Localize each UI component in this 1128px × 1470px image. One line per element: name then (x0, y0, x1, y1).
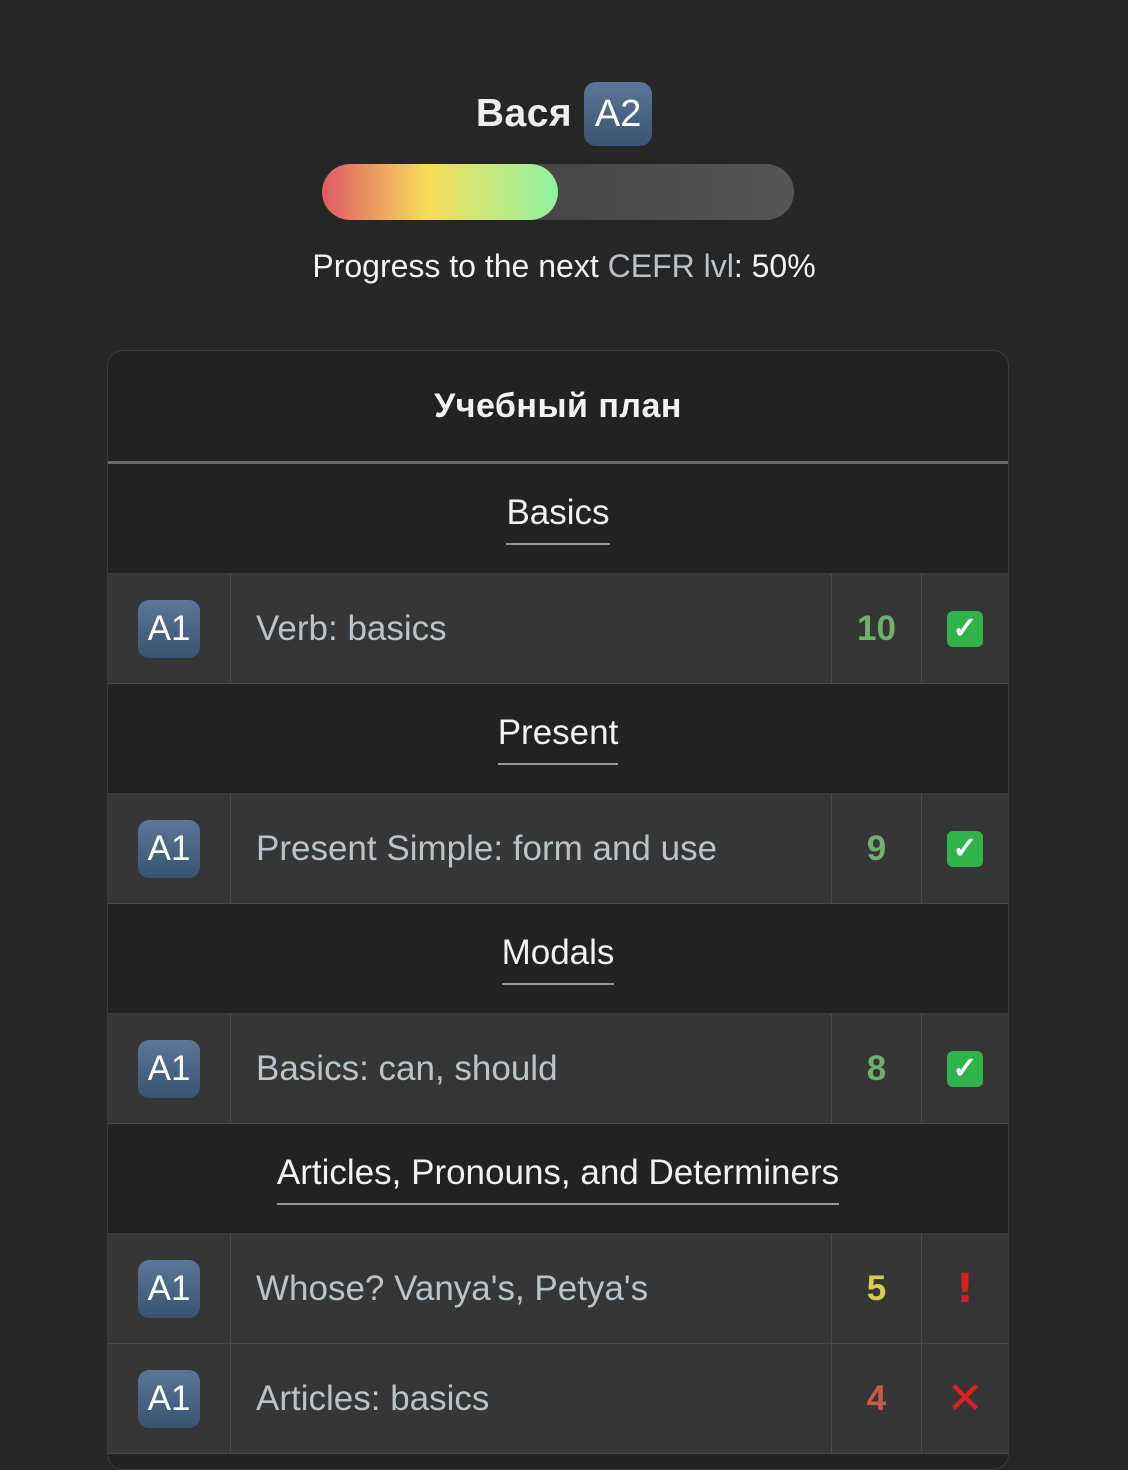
topic-level-cell: A1 (108, 1014, 231, 1123)
topic-title[interactable]: Articles: basics (231, 1344, 832, 1453)
progress-bar (322, 164, 794, 220)
topic-level-cell: A1 (108, 1344, 231, 1453)
topic-score: 5 (832, 1234, 922, 1343)
topic-level-badge: A1 (138, 1039, 200, 1098)
topic-score: 8 (832, 1014, 922, 1123)
progress-bar-fill (322, 164, 558, 220)
study-plan-title: Учебный план (108, 351, 1008, 464)
section-title[interactable]: Articles, Pronouns, and Determiners (276, 1153, 840, 1205)
section-title[interactable]: Present (497, 713, 619, 765)
topic-row[interactable]: A1 Verb: basics 10 ✓ (108, 574, 1008, 684)
section-header: Basics (108, 464, 1008, 574)
progress-label: Progress to the next CEFR lvl: 50% (0, 248, 1128, 285)
user-name: Вася (475, 92, 573, 135)
cefr-label: CEFR lvl (607, 248, 734, 284)
topic-level-cell: A1 (108, 574, 231, 683)
section-header: Articles, Pronouns, and Determiners (108, 1124, 1008, 1234)
exclamation-icon: ! (955, 1265, 975, 1312)
topic-status-cell: ✓ (922, 1014, 1008, 1123)
topic-score: 4 (832, 1344, 922, 1453)
topic-level-cell: A1 (108, 1234, 231, 1343)
topic-level-cell: A1 (108, 794, 231, 903)
topic-status-cell: ✕ (922, 1344, 1008, 1453)
check-mark-icon: ✓ (947, 1050, 983, 1087)
progress-label-prefix: Progress to the next (312, 248, 608, 284)
study-plan-body: Basics A1 Verb: basics 10 ✓ Present A1 Present … (108, 464, 1008, 1454)
user-level-badge: A2 (584, 82, 653, 146)
topic-level-badge: A1 (138, 1369, 200, 1428)
topic-level-badge: A1 (138, 599, 200, 658)
section-header: Present (108, 684, 1008, 794)
section-title[interactable]: Modals (501, 933, 615, 985)
check-mark-icon: ✓ (947, 610, 983, 647)
user-row: Вася A2 (0, 82, 1128, 146)
progress-label-value: : 50% (733, 248, 816, 284)
topic-row[interactable]: A1 Basics: can, should 8 ✓ (108, 1014, 1008, 1124)
topic-title[interactable]: Basics: can, should (231, 1014, 832, 1123)
topic-title[interactable]: Present Simple: form and use (231, 794, 832, 903)
section-header: Modals (108, 904, 1008, 1014)
topic-title[interactable]: Whose? Vanya's, Petya's (231, 1234, 832, 1343)
cross-mark-icon: ✕ (946, 1373, 984, 1424)
topic-status-cell: ! (922, 1234, 1008, 1343)
topic-row[interactable]: A1 Articles: basics 4 ✕ (108, 1344, 1008, 1454)
topic-level-badge: A1 (138, 1259, 200, 1318)
topic-title[interactable]: Verb: basics (231, 574, 832, 683)
check-mark-icon: ✓ (947, 830, 983, 867)
topic-score: 10 (832, 574, 922, 683)
topic-level-badge: A1 (138, 819, 200, 878)
study-plan-table: Учебный план Basics A1 Verb: basics 10 ✓ Pres… (107, 350, 1009, 1470)
section-title[interactable]: Basics (506, 493, 610, 545)
topic-score: 9 (832, 794, 922, 903)
topic-status-cell: ✓ (922, 794, 1008, 903)
topic-status-cell: ✓ (922, 574, 1008, 683)
topic-row[interactable]: A1 Present Simple: form and use 9 ✓ (108, 794, 1008, 904)
topic-row[interactable]: A1 Whose? Vanya's, Petya's 5! (108, 1234, 1008, 1344)
